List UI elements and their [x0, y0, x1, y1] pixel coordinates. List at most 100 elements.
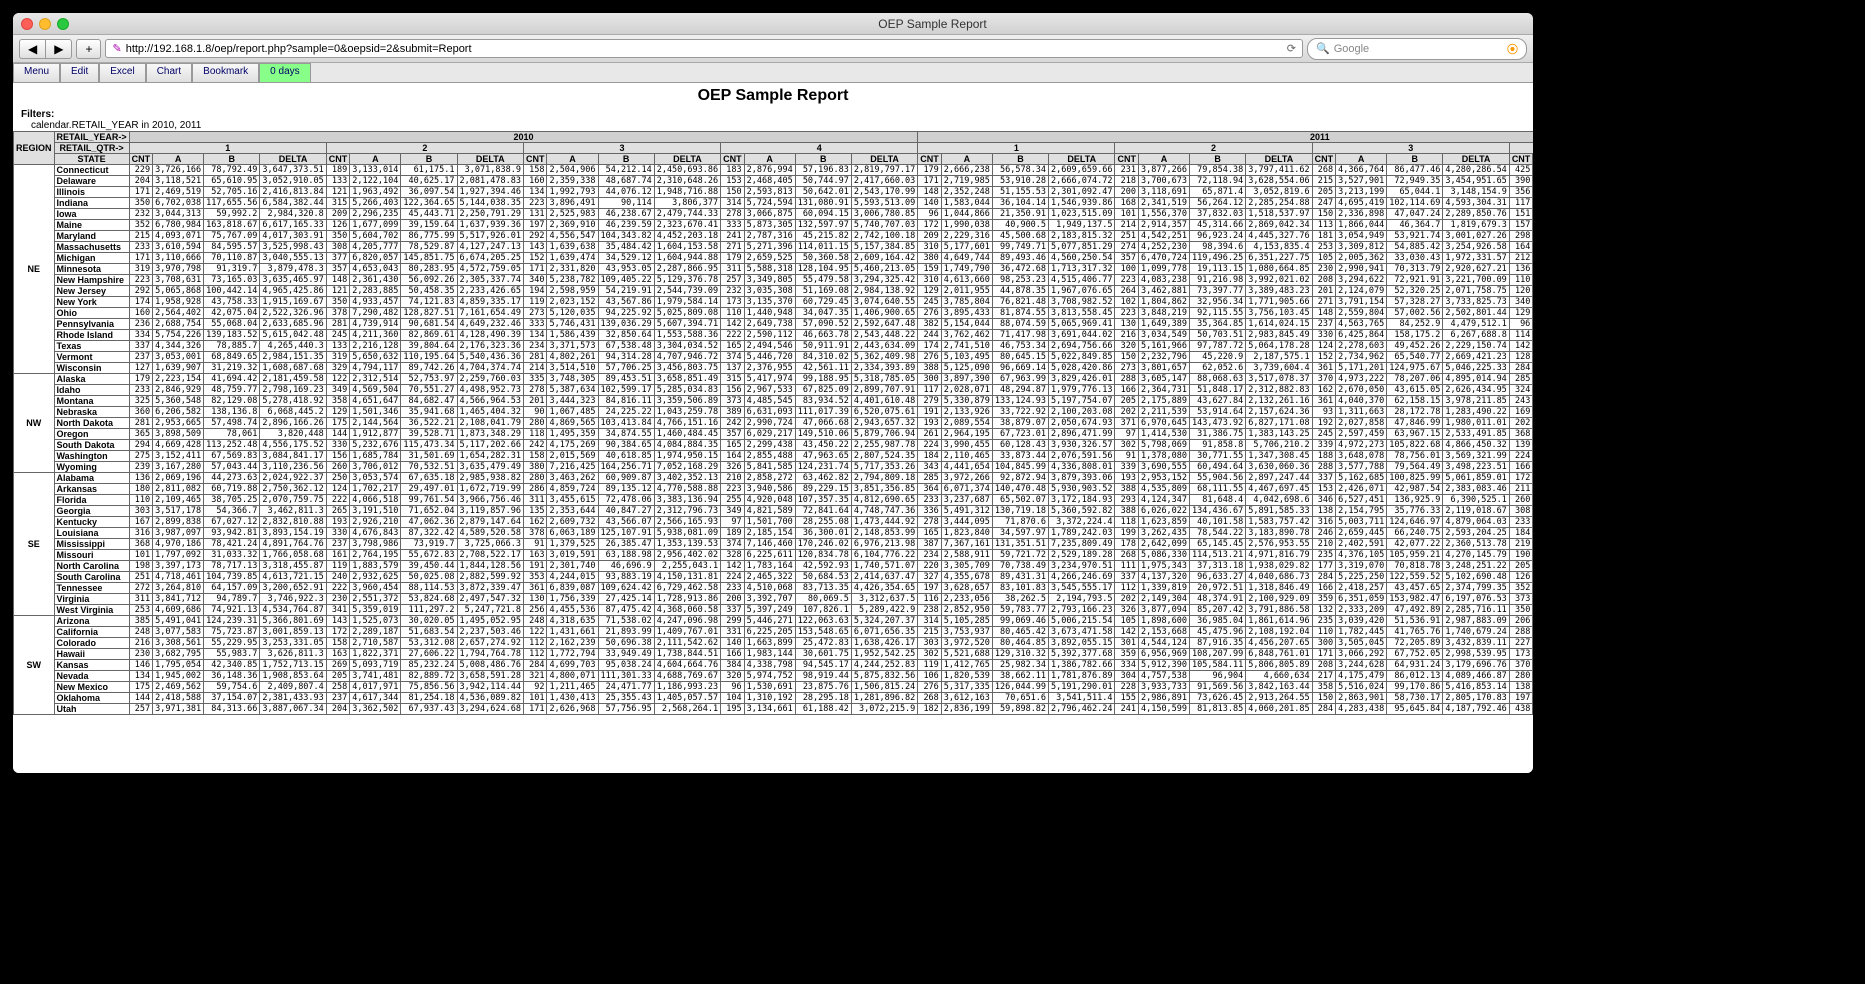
data-cell: 5,318,785.05: [851, 374, 917, 385]
rss-icon[interactable]: ⦿: [1507, 41, 1518, 57]
data-cell: 124,975.67: [1387, 363, 1443, 374]
data-cell: 4,794,117: [350, 363, 401, 374]
data-cell: 1,756,339: [547, 594, 598, 605]
data-cell: 3,514,510: [547, 363, 598, 374]
data-cell: 223: [1115, 308, 1139, 319]
url-bar[interactable]: ✎ http://192.168.1.8/oep/report.php?samp…: [105, 39, 1303, 58]
data-cell: 1,525,073: [350, 616, 401, 627]
data-cell: 19,113.15: [1190, 264, 1246, 275]
data-cell: 134,436.67: [1190, 506, 1246, 517]
data-cell: 36,148.36: [204, 671, 260, 682]
data-cell: 166: [1312, 583, 1336, 594]
data-cell: 60,729.45: [795, 297, 851, 308]
data-cell: 155: [1115, 693, 1139, 704]
data-cell: 1,740,571.07: [851, 561, 917, 572]
data-cell: 3,053,574: [350, 473, 401, 484]
tab-days[interactable]: 0 days: [259, 63, 310, 82]
data-cell: 65,540.77: [1387, 352, 1443, 363]
data-cell: 4,933,457: [350, 297, 401, 308]
data-cell: 236: [129, 319, 153, 330]
data-cell: 33,722.92: [992, 407, 1048, 418]
data-cell: 286: [523, 484, 547, 495]
data-cell: 184: [1509, 528, 1533, 539]
tab-menu[interactable]: Menu: [13, 63, 60, 82]
data-cell: 148: [326, 275, 350, 286]
data-cell: 238: [918, 605, 942, 616]
data-cell: 324: [1509, 385, 1533, 396]
data-cell: 43,627.84: [1190, 396, 1246, 407]
data-cell: 4,535,809: [1138, 484, 1189, 495]
data-cell: 110: [1509, 275, 1533, 286]
data-cell: 96,904: [1190, 671, 1246, 682]
data-cell: 50,684.53: [795, 572, 851, 583]
data-cell: 6,839,087: [547, 583, 598, 594]
data-cell: 316: [129, 528, 153, 539]
data-cell: 1,186,993.23: [654, 682, 720, 693]
data-cell: 2,967,533: [744, 385, 795, 396]
data-cell: 174: [129, 297, 153, 308]
data-cell: 171: [1312, 649, 1336, 660]
back-button[interactable]: ◀: [19, 39, 45, 59]
data-cell: 2,987,883.09: [1443, 616, 1509, 627]
data-cell: 2,111,542.62: [654, 638, 720, 649]
data-cell: 114,011.15: [795, 242, 851, 253]
minimize-icon[interactable]: [39, 18, 51, 30]
data-cell: 227: [1509, 638, 1533, 649]
data-cell: 319: [129, 264, 153, 275]
data-cell: 1,501,700: [744, 517, 795, 528]
traffic-lights: [21, 18, 69, 30]
search-bar[interactable]: 🔍 Google ⦿: [1307, 38, 1527, 60]
data-cell: 152: [1312, 352, 1336, 363]
data-cell: 2,229,150.74: [1443, 341, 1509, 352]
tab-edit[interactable]: Edit: [60, 63, 99, 82]
data-cell: 4,653,043: [350, 264, 401, 275]
data-cell: 245: [1312, 429, 1336, 440]
col-delta: DELTA: [654, 154, 720, 165]
data-cell: 189: [721, 528, 745, 539]
data-cell: 97,787.72: [1190, 341, 1246, 352]
col-b: B: [992, 154, 1048, 165]
data-cell: 78,544.22: [1190, 528, 1246, 539]
data-cell: 2,148,853.99: [851, 528, 917, 539]
data-cell: 37,832.03: [1190, 209, 1246, 220]
browser-toolbar: ◀ ▶ + ✎ http://192.168.1.8/oep/report.ph…: [13, 35, 1533, 63]
data-cell: 63,967.15: [1387, 429, 1443, 440]
data-cell: 2,568,264.1: [654, 704, 720, 715]
data-cell: 5,232,676: [350, 440, 401, 451]
tab-bookmark[interactable]: Bookmark: [192, 63, 259, 82]
data-cell: 92: [523, 682, 547, 693]
tab-chart[interactable]: Chart: [146, 63, 192, 82]
data-cell: 80,069.5: [795, 594, 851, 605]
data-cell: 5,154,044: [941, 319, 992, 330]
data-cell: 2,502,801.44: [1443, 308, 1509, 319]
region-cell: NW: [14, 374, 55, 473]
data-cell: 303: [129, 506, 153, 517]
add-bookmark-button[interactable]: +: [76, 39, 101, 59]
table-row: Indiana3506,702,038117,655.566,584,382.4…: [14, 198, 1534, 209]
data-cell: 58,730.17: [1387, 693, 1443, 704]
data-cell: 1,347,308.45: [1246, 451, 1312, 462]
data-cell: 82,889.72: [401, 671, 457, 682]
data-cell: 3,402,352.13: [654, 473, 720, 484]
reload-icon[interactable]: ⟳: [1287, 42, 1296, 55]
data-cell: 4,426,354.65: [851, 583, 917, 594]
state-cell: Wyoming: [54, 462, 129, 473]
close-icon[interactable]: [21, 18, 33, 30]
data-cell: 5,225,250: [1336, 572, 1387, 583]
table-row: Rhode Island3345,754,226139,183.525,615,…: [14, 330, 1534, 341]
tab-excel[interactable]: Excel: [99, 63, 145, 82]
data-cell: 3,456,803.75: [654, 363, 720, 374]
data-cell: 1,861,614.96: [1246, 616, 1312, 627]
forward-button[interactable]: ▶: [45, 39, 72, 59]
zoom-icon[interactable]: [57, 18, 69, 30]
data-cell: 5,171,201: [1336, 363, 1387, 374]
data-cell: 3,462,881: [1138, 286, 1189, 297]
data-cell: 1,649,389: [1138, 319, 1189, 330]
state-cell: West Virginia: [54, 605, 129, 616]
data-cell: 278: [721, 209, 745, 220]
data-cell: 4,556,547: [547, 231, 598, 242]
data-cell: 3,525,998.43: [260, 242, 326, 253]
data-cell: 1,663,899: [744, 638, 795, 649]
data-cell: 3,172,184.93: [1049, 495, 1115, 506]
state-cell: New York: [54, 297, 129, 308]
